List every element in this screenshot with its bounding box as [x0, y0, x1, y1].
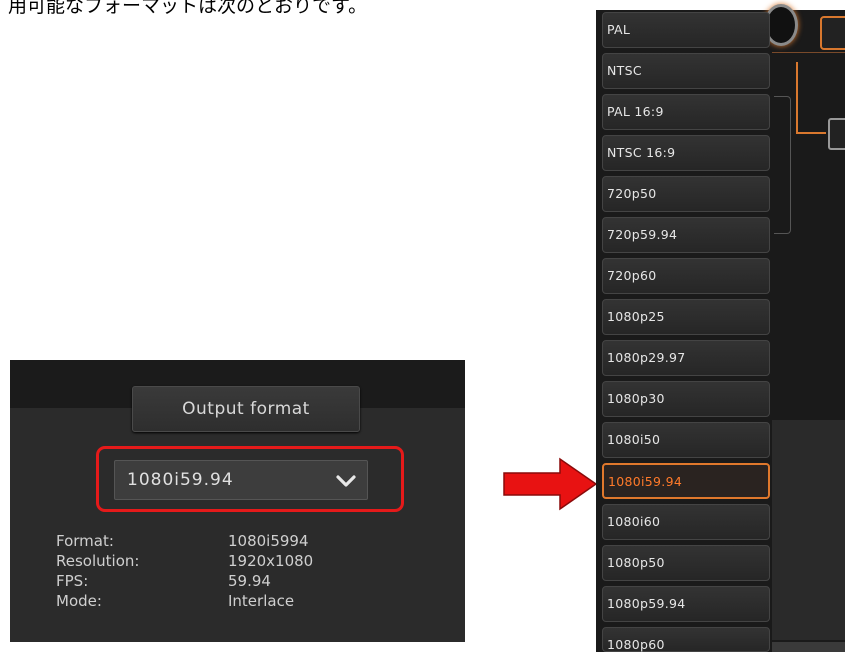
fps-label: FPS: — [56, 572, 89, 590]
connector-line — [796, 132, 826, 134]
format-select[interactable]: 1080i59.94 — [114, 460, 368, 500]
node-icon — [820, 16, 845, 50]
dropdown-item[interactable]: NTSC 16:9 — [602, 135, 770, 171]
dropdown-item[interactable]: 1080p50 — [602, 545, 770, 581]
dropdown-item-selected[interactable]: 1080i59.94 — [602, 463, 770, 499]
output-format-button-label: Output format — [182, 399, 310, 419]
dropdown-item[interactable]: NTSC — [602, 53, 770, 89]
format-dropdown-list: PAL NTSC PAL 16:9 NTSC 16:9 720p50 720p5… — [602, 12, 772, 652]
dropdown-item[interactable]: PAL — [602, 12, 770, 48]
dropdown-item[interactable]: 720p59.94 — [602, 217, 770, 253]
background-panel — [772, 420, 845, 640]
dropdown-item[interactable]: 1080p29.97 — [602, 340, 770, 376]
format-select-value: 1080i59.94 — [127, 470, 234, 490]
caption-text: 用可能なフォーマットは次のとおりです。 — [8, 0, 368, 17]
dropdown-item[interactable]: 1080i60 — [602, 504, 770, 540]
resolution-label: Resolution: — [56, 552, 140, 570]
dropdown-item[interactable]: PAL 16:9 — [602, 94, 770, 130]
mode-label: Mode: — [56, 592, 102, 610]
dropdown-item[interactable]: 1080p59.94 — [602, 586, 770, 622]
dropdown-item[interactable]: 1080p60 — [602, 627, 770, 652]
fps-value: 59.94 — [228, 572, 271, 590]
dropdown-item[interactable]: 1080p25 — [602, 299, 770, 335]
dropdown-item[interactable]: 720p50 — [602, 176, 770, 212]
dropdown-item[interactable]: 1080p30 — [602, 381, 770, 417]
output-format-button[interactable]: Output format — [132, 386, 360, 432]
chevron-down-icon — [336, 475, 356, 487]
node-icon — [828, 118, 845, 150]
output-format-panel: Output format 1080i59.94 Format: 1080i59… — [10, 360, 465, 642]
connector-line — [796, 62, 798, 134]
divider — [772, 52, 845, 53]
dropdown-item[interactable]: 1080i50 — [602, 422, 770, 458]
format-value: 1080i5994 — [228, 532, 309, 550]
background-strip — [772, 642, 845, 652]
format-label: Format: — [56, 532, 114, 550]
red-arrow-icon — [503, 457, 598, 511]
mode-value: Interlace — [228, 592, 295, 610]
dropdown-item[interactable]: 720p60 — [602, 258, 770, 294]
resolution-value: 1920x1080 — [228, 552, 314, 570]
bracket — [774, 96, 791, 234]
